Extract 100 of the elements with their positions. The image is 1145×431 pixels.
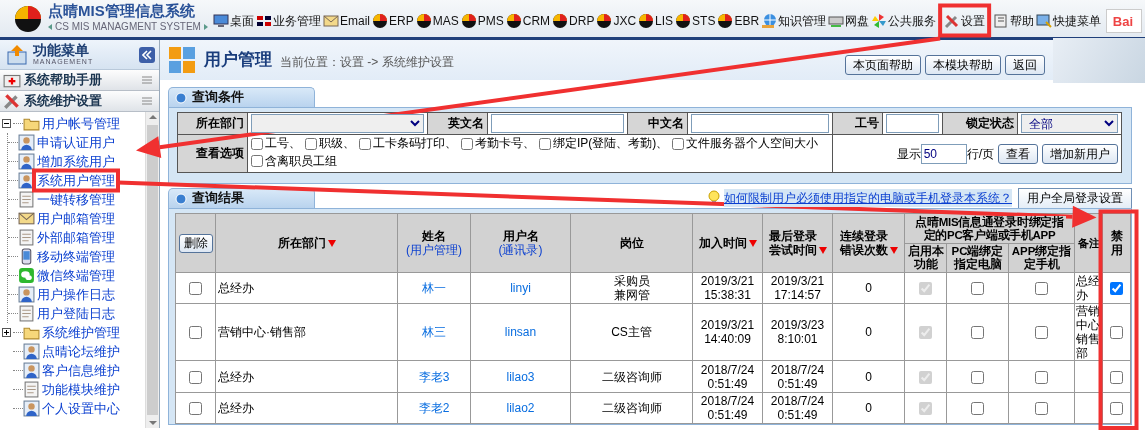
option-checkbox[interactable] <box>359 137 371 150</box>
nav-menu-item[interactable]: PMS <box>459 7 505 34</box>
username-link[interactable]: lilao2 <box>506 401 535 415</box>
nav-menu-item[interactable]: 公共服务 <box>870 7 938 34</box>
sort-icon[interactable] <box>748 240 757 248</box>
tree-item[interactable]: 用户邮箱管理 <box>37 210 115 227</box>
tree-item[interactable]: 系统维护管理 <box>42 324 120 341</box>
settings-button[interactable]: 用户全局登录设置 <box>1018 188 1132 208</box>
tree-item[interactable]: 用户登陆日志 <box>37 305 115 322</box>
tree-item[interactable]: 用户操作日志 <box>37 286 115 303</box>
row-checkbox[interactable] <box>189 326 202 340</box>
text-field[interactable] <box>886 114 939 133</box>
ball-icon <box>596 12 613 29</box>
tools-icon <box>944 12 961 29</box>
username-link[interactable]: lilao3 <box>506 369 535 384</box>
nav-menu-item[interactable]: 知识管理 <box>760 7 828 34</box>
tree-item[interactable]: 外部邮箱管理 <box>37 229 115 246</box>
book-icon <box>993 12 1010 29</box>
table-cell: 0 <box>832 360 905 393</box>
username-link[interactable]: linsan <box>504 325 537 339</box>
document-icon <box>18 191 35 208</box>
tree-item[interactable]: 移动终端管理 <box>37 248 115 265</box>
user-icon <box>18 134 35 151</box>
nav-menu-item[interactable]: 快捷菜单 <box>1035 7 1103 34</box>
ball-icon <box>675 12 692 29</box>
tree-item[interactable]: 用户帐号管理 <box>42 115 120 132</box>
page-button[interactable]: 本模块帮助 <box>925 55 1001 75</box>
row-checkbox[interactable] <box>189 402 202 416</box>
tree-item[interactable]: 系统用户管理 <box>37 172 115 189</box>
dropdown-field[interactable] <box>251 114 424 133</box>
nav-menu-item[interactable]: Email <box>322 7 371 34</box>
nav-menu-item[interactable]: ERP <box>371 7 415 34</box>
option-checkbox[interactable] <box>251 155 263 167</box>
app-binding-checkbox[interactable] <box>1035 402 1048 416</box>
tree-item[interactable]: 个人设置中心 <box>42 400 120 417</box>
column-header: 最后登录尝试时间 <box>762 213 833 273</box>
nav-menu-item[interactable]: 帮助 <box>992 7 1036 34</box>
scrollbar[interactable] <box>145 112 159 428</box>
sort-icon[interactable] <box>890 247 899 255</box>
disable-checkbox[interactable] <box>1110 326 1123 340</box>
expand-toggle-icon[interactable] <box>2 328 11 337</box>
query-button[interactable]: 查看 <box>998 143 1038 164</box>
text-field[interactable] <box>491 114 624 133</box>
nav-menu-item[interactable]: CRM <box>504 7 552 34</box>
nav-menu-item[interactable]: 网盘 <box>827 7 871 34</box>
page-size-field[interactable]: 50 <box>920 143 967 164</box>
disable-checkbox[interactable] <box>1110 402 1123 416</box>
name-link[interactable]: 李老2 <box>418 401 450 415</box>
query-button[interactable]: 增加新用户 <box>1042 143 1118 164</box>
app-title: 点晴MIS管理信息系统 <box>48 3 196 19</box>
ball-icon <box>552 12 569 29</box>
pc-binding-checkbox[interactable] <box>971 326 984 340</box>
pc-binding-checkbox[interactable] <box>971 370 984 384</box>
nav-menu-item[interactable]: 设置 <box>943 7 987 34</box>
app-binding-checkbox[interactable] <box>1035 326 1048 340</box>
tree-item[interactable]: 增加系统用户 <box>37 153 115 170</box>
help-link[interactable]: 如何限制用户必须使用指定的电脑或手机登录本系统？ <box>724 189 1012 207</box>
nav-menu-item[interactable]: STS <box>674 7 717 34</box>
option-checkbox[interactable] <box>305 137 317 150</box>
page-button[interactable]: 本页面帮助 <box>845 55 921 75</box>
pinwheel-icon <box>871 12 888 29</box>
field-label: 中文名 <box>648 116 684 130</box>
column-header: 点晴MIS信息通登录时绑定指定的PC客户端或手机APP <box>904 213 1075 244</box>
sort-icon[interactable] <box>327 240 336 248</box>
nav-menu-item[interactable]: LIS <box>637 7 675 34</box>
text-field[interactable] <box>691 114 829 133</box>
page-button[interactable]: 返回 <box>1005 55 1045 75</box>
field-label: 锁定状态 <box>966 116 1014 130</box>
nav-menu-item[interactable]: 业务管理 <box>255 7 322 34</box>
collapse-toggle-icon[interactable] <box>2 119 11 128</box>
row-checkbox[interactable] <box>189 370 202 384</box>
option-checkbox[interactable] <box>672 137 685 150</box>
name-link[interactable]: 李老3 <box>418 369 450 384</box>
nav-menu-item[interactable]: JXC <box>595 7 638 34</box>
nav-menu-item[interactable]: DRP <box>551 7 596 34</box>
table-cell: 0 <box>832 392 905 424</box>
nav-menu-item[interactable]: EBR <box>716 7 761 34</box>
option-checkbox[interactable] <box>461 137 473 150</box>
user-icon <box>23 400 40 417</box>
dropdown-field[interactable]: 全部 <box>1021 114 1118 133</box>
tree-item[interactable]: 客户信息维护 <box>42 362 120 379</box>
nav-menu-item[interactable]: 桌面 <box>212 7 255 34</box>
tree-item[interactable]: 申请认证用户 <box>37 134 115 151</box>
pc-binding-checkbox[interactable] <box>971 402 984 416</box>
app-binding-checkbox[interactable] <box>1035 370 1048 384</box>
disable-checkbox[interactable] <box>1110 370 1123 384</box>
name-link[interactable]: 林三 <box>422 325 446 339</box>
collapse-sidebar-button[interactable] <box>139 46 155 63</box>
nav-menu-item[interactable]: MAS <box>414 7 460 34</box>
tree-item[interactable]: 功能模块维护 <box>42 381 120 398</box>
table-cell: 营销中心·销售部 <box>215 303 398 361</box>
option-label: 工卡条码打印、 <box>373 136 457 151</box>
tree-item[interactable]: 点晴论坛维护 <box>42 343 120 360</box>
page-size-label: 显示 <box>896 146 921 161</box>
tree-item[interactable]: 微信终端管理 <box>37 267 115 284</box>
delete-button[interactable]: 删除 <box>178 233 213 253</box>
table-cell-text: 兼网管 <box>612 288 651 302</box>
option-checkbox[interactable] <box>251 137 263 150</box>
option-checkbox[interactable] <box>539 137 551 150</box>
tree-item[interactable]: 一键转移管理 <box>37 191 115 208</box>
